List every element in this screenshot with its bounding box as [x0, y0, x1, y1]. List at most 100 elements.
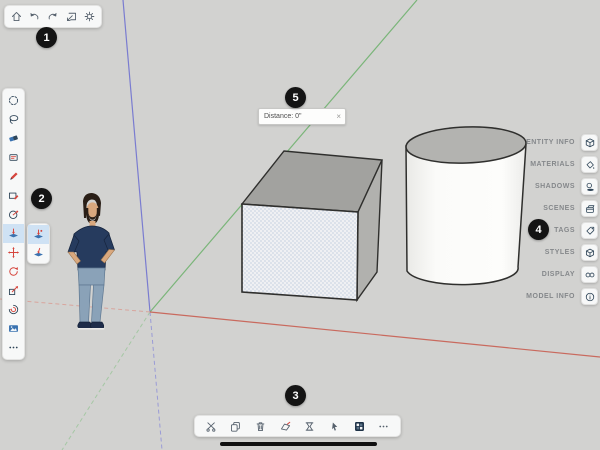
more-tools-button[interactable] [3, 338, 24, 357]
scissors-icon [205, 420, 218, 433]
rectangle-tool[interactable] [3, 186, 24, 205]
shadows-label: SHADOWS [535, 183, 575, 190]
redo-button[interactable] [44, 7, 61, 26]
hourglass-button[interactable] [301, 417, 318, 436]
select-tool[interactable] [3, 91, 24, 110]
scale-figure-person[interactable] [68, 193, 115, 330]
lasso-tool[interactable] [3, 110, 24, 129]
home-icon [10, 10, 23, 23]
materials-icon [584, 159, 596, 171]
materials-label: MATERIALS [530, 161, 575, 168]
push-pull-alt-icon [32, 246, 45, 259]
measurement-close-icon[interactable]: × [336, 113, 345, 121]
line-tool[interactable] [3, 167, 24, 186]
settings-button[interactable] [81, 7, 98, 26]
top-toolbar [4, 5, 102, 28]
entity-info-label: ENTITY INFO [526, 139, 575, 146]
circle-arc-icon [7, 208, 20, 221]
callout-badge-4: 4 [528, 219, 549, 240]
tags-icon [584, 225, 596, 237]
panel-item-entity-info[interactable]: ENTITY INFO [526, 134, 598, 151]
undo-button[interactable] [26, 7, 43, 26]
scenes-icon [584, 203, 596, 215]
more-icon [377, 420, 390, 433]
panel-item-materials[interactable]: MATERIALS [530, 156, 598, 173]
styles-icon [584, 247, 596, 259]
text-tool[interactable] [3, 148, 24, 167]
more-tools-icon [7, 341, 20, 354]
hourglass-icon [303, 420, 316, 433]
rotate-tool[interactable] [3, 262, 24, 281]
callout-badge-2: 2 [31, 188, 52, 209]
image-icon [7, 322, 20, 335]
callout-badge-3: 3 [285, 385, 306, 406]
cut-button[interactable] [203, 417, 220, 436]
flip-button[interactable] [277, 417, 294, 436]
select-icon [7, 94, 20, 107]
push-pull-option[interactable] [28, 225, 49, 244]
measurement-value[interactable]: Distance: 0" [259, 113, 336, 120]
measurement-input[interactable]: Distance: 0" × [258, 108, 346, 125]
model-info-icon [584, 291, 596, 303]
cylinder-object[interactable] [405, 125, 526, 285]
box-selected-front-face[interactable] [242, 204, 358, 300]
redo-icon [46, 10, 59, 23]
cursor-icon [328, 420, 341, 433]
scale-tool[interactable] [3, 281, 24, 300]
blue-axis [123, 0, 150, 312]
cylinder-body[interactable] [406, 144, 526, 285]
panel-item-styles[interactable]: STYLES [545, 244, 598, 261]
box-object[interactable] [242, 151, 382, 300]
bottom-context-toolbar [194, 415, 401, 437]
lasso-icon [7, 113, 20, 126]
delete-button[interactable] [252, 417, 269, 436]
callout-badge-1: 1 [36, 27, 57, 48]
push-pull-icon [7, 227, 20, 240]
panel-item-display[interactable]: DISPLAY [542, 266, 598, 283]
pointer-button[interactable] [326, 417, 343, 436]
red-axis [150, 312, 600, 357]
tags-label: TAGS [554, 227, 575, 234]
box-top-face[interactable] [242, 151, 382, 212]
circle-tool[interactable] [3, 205, 24, 224]
checker-selection-button[interactable] [351, 417, 368, 436]
rotate-icon [7, 265, 20, 278]
image-tool[interactable] [3, 319, 24, 338]
push-pull-flyout [27, 223, 50, 264]
checkerboard-icon [353, 420, 366, 433]
model-viewport[interactable] [0, 0, 600, 450]
styles-label: STYLES [545, 249, 575, 256]
copy-icon [229, 420, 242, 433]
undo-icon [28, 10, 41, 23]
push-pull-alt-option[interactable] [28, 244, 49, 263]
exit-model-icon [65, 10, 78, 23]
panel-item-scenes[interactable]: SCENES [543, 200, 598, 217]
move-icon [7, 246, 20, 259]
display-label: DISPLAY [542, 271, 575, 278]
offset-tool[interactable] [3, 300, 24, 319]
panel-item-shadows[interactable]: SHADOWS [535, 178, 598, 195]
shadows-icon [584, 181, 596, 193]
eraser-icon [7, 132, 20, 145]
eraser-tool[interactable] [3, 129, 24, 148]
push-pull-tool[interactable] [3, 224, 24, 243]
green-axis-dashed [62, 312, 150, 450]
left-toolbar [2, 88, 25, 360]
display-icon [584, 269, 596, 281]
rectangle-icon [7, 189, 20, 202]
callout-badge-5: 5 [285, 87, 306, 108]
push-pull-icon [32, 228, 45, 241]
home-indicator-bar[interactable] [220, 442, 377, 446]
panel-item-model-info[interactable]: MODEL INFO [526, 288, 598, 305]
entity-info-icon [584, 137, 596, 149]
home-button[interactable] [8, 7, 25, 26]
flip-icon [279, 420, 292, 433]
move-tool[interactable] [3, 243, 24, 262]
text-icon [7, 151, 20, 164]
pencil-line-icon [7, 170, 20, 183]
more-actions-button[interactable] [375, 417, 392, 436]
copy-button[interactable] [227, 417, 244, 436]
exit-model-button[interactable] [63, 7, 80, 26]
panel-item-tags[interactable]: TAGS [554, 222, 598, 239]
scenes-label: SCENES [543, 205, 575, 212]
